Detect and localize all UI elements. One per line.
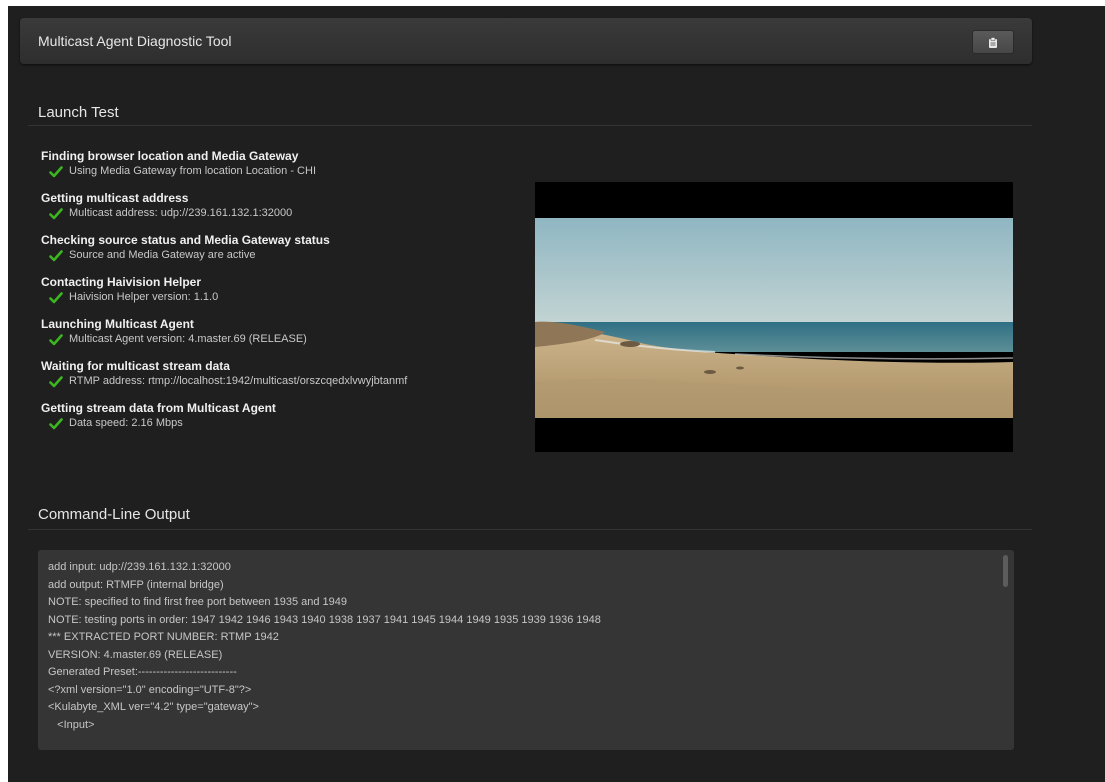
video-frame-beach [535,182,1013,452]
step-result-text: Using Media Gateway from location Locati… [69,165,316,177]
step-result: Haivision Helper version: 1.1.0 [41,290,521,305]
launch-step: Checking source status and Media Gateway… [41,232,521,263]
step-result: Data speed: 2.16 Mbps [41,416,521,431]
launch-step: Launching Multicast Agent Multicast Agen… [41,316,521,347]
launch-step: Getting stream data from Multicast Agent… [41,400,521,431]
console-line: <Input> [48,718,95,731]
step-result-text: Source and Media Gateway are active [69,249,256,261]
console-line: NOTE: testing ports in order: 1947 1942 … [48,613,601,626]
step-title: Waiting for multicast stream data [41,359,230,373]
console-line: <?xml version="1.0" encoding="UTF-8"?> [48,683,252,696]
launch-steps-list: Finding browser location and Media Gatew… [41,148,521,442]
console-line: <Kulabyte_XML ver="4.2" type="gateway"> [48,701,259,713]
checkmark-icon [49,165,63,177]
step-title: Getting multicast address [41,191,189,205]
step-result: Using Media Gateway from location Locati… [41,164,521,179]
console-line: add input: udp://239.161.132.1:32000 [48,561,231,573]
step-result-text: Multicast Agent version: 4.master.69 (RE… [69,333,307,345]
console-scrollbar[interactable] [1003,555,1008,587]
step-result-text: RTMP address: rtmp://localhost:1942/mult… [69,375,408,387]
console-line: *** EXTRACTED PORT NUMBER: RTMP 1942 [48,631,279,643]
step-title: Launching Multicast Agent [41,317,194,331]
step-result-text: Multicast address: udp://239.161.132.1:3… [69,207,293,219]
checkmark-icon [49,249,63,261]
launch-step: Waiting for multicast stream data RTMP a… [41,358,521,389]
console-line: add output: RTMFP (internal bridge) [48,578,224,591]
divider [28,529,1032,530]
step-result: Source and Media Gateway are active [41,248,521,263]
launch-step: Contacting Haivision Helper Haivision He… [41,274,521,305]
divider [28,125,1032,126]
checkmark-icon [49,417,63,429]
console-line: NOTE: specified to find first free port … [48,596,348,608]
checkmark-icon [49,207,63,219]
step-title: Finding browser location and Media Gatew… [41,149,299,163]
command-line-heading: Command-Line Output [38,506,190,523]
step-title: Getting stream data from Multicast Agent [41,401,276,415]
launch-step: Getting multicast address Multicast addr… [41,190,521,221]
console-line: VERSION: 4.master.69 (RELEASE) [48,648,223,661]
clipboard-button[interactable] [972,30,1014,54]
page-title: Multicast Agent Diagnostic Tool [38,33,232,49]
step-title: Contacting Haivision Helper [41,275,202,289]
step-result: Multicast Agent version: 4.master.69 (RE… [41,332,521,347]
command-line-output[interactable]: add input: udp://239.161.132.1:32000 add… [38,550,1014,750]
step-title: Checking source status and Media Gateway… [41,233,330,247]
checkmark-icon [49,333,63,345]
step-result-text: Haivision Helper version: 1.1.0 [69,291,219,303]
launch-test-heading: Launch Test [38,104,119,121]
step-result: Multicast address: udp://239.161.132.1:3… [41,206,521,221]
checkmark-icon [49,291,63,303]
app-window: Multicast Agent Diagnostic Tool Launch T… [8,6,1105,782]
clipboard-icon [989,36,997,48]
checkmark-icon [49,375,63,387]
step-result: RTMP address: rtmp://localhost:1942/mult… [41,374,521,389]
launch-step: Finding browser location and Media Gatew… [41,148,521,179]
console-line: Generated Preset:-----------------------… [48,666,237,678]
step-result-text: Data speed: 2.16 Mbps [69,417,183,429]
header-bar: Multicast Agent Diagnostic Tool [20,18,1032,64]
video-player[interactable] [535,182,1013,452]
